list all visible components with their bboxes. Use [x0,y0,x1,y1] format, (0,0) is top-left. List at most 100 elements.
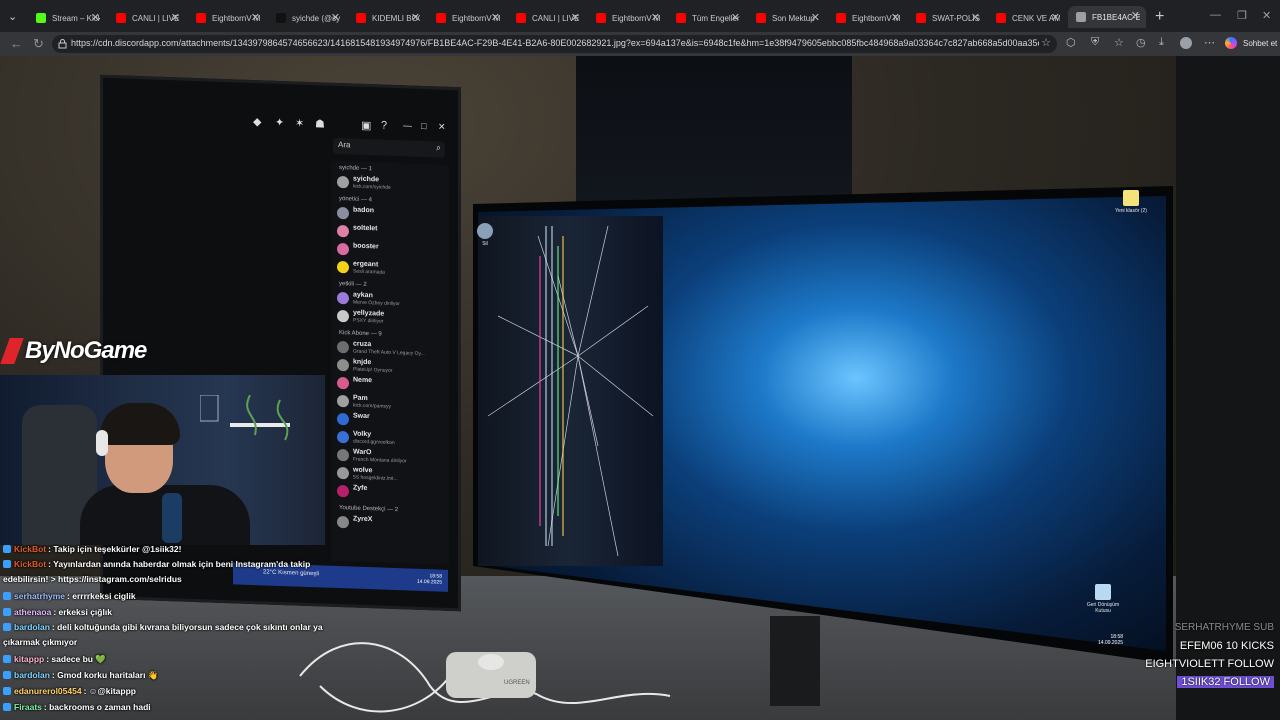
avatar [337,206,349,220]
tab-close-icon[interactable]: ✕ [251,11,260,24]
member-status: French Montana dinliyor [353,456,407,465]
chat-text: : Yayınlardan anında haberdar olmak için… [3,559,311,584]
member-name: Zyfe [353,484,368,493]
tab-close-icon[interactable]: ✕ [731,11,740,24]
youtube-icon [116,13,126,23]
tab-close-icon[interactable]: ✕ [651,11,660,24]
chat-badge-icon [3,560,11,568]
favorites-icon[interactable]: ☆ [1114,36,1124,49]
tab-close-icon[interactable]: ✕ [811,11,820,24]
back-icon[interactable]: ← [10,37,23,50]
tab-list-chevron-icon[interactable]: ⌄ [8,10,17,23]
member-status: Sesli aramada [353,268,385,276]
avatar [337,466,349,480]
right-monitor-clock: 18:58 14.09.2025 [1098,634,1123,646]
tab-close-icon[interactable]: ✕ [171,11,180,24]
youtube-icon [916,13,926,23]
browser-tab[interactable]: EightbornV Mixes✕ [828,8,906,28]
tab-close-icon[interactable]: ✕ [491,11,500,24]
member-row: Zyfe [337,484,443,504]
nitro-icon: ◆ [253,116,262,129]
new-tab-button[interactable]: + [1155,8,1164,26]
member-status: PlateUp! Oynuyor [353,366,393,374]
browser-tab[interactable]: CANLI | LIVE ✕ [508,8,586,28]
url-text[interactable]: https://cdn.discordapp.com/attachments/1… [71,38,1039,48]
favorite-star-icon[interactable]: ☆ [1041,36,1051,49]
site-info-icon[interactable] [58,39,67,49]
maximize-icon[interactable]: ❐ [1237,9,1247,22]
tab-close-icon[interactable]: ✕ [1051,11,1060,24]
shop-icon: ✶ [295,117,305,130]
tab-close-icon[interactable]: ✕ [331,11,340,24]
close-window-icon[interactable]: ✕ [1262,9,1271,22]
omnibox[interactable]: https://cdn.discordapp.com/attachments/1… [52,35,1057,53]
member-name: Volky [353,430,372,439]
member-name: syichde [353,175,380,184]
member-name: badon [353,206,374,215]
browser-tab[interactable]: EightbornV Mixes✕ [428,8,506,28]
account-shield-icon[interactable]: ⛨ [1091,36,1099,49]
profile-avatar[interactable] [1180,37,1192,49]
more-menu-icon[interactable]: ⋯ [1204,36,1215,49]
tab-close-icon[interactable]: ✕ [1131,9,1140,22]
member-row: cruza Grand Theft Auto V Legacy Oy... [337,340,443,360]
chat-message: edanurerol05454: ☺@kitappp [3,684,337,699]
tab-close-icon[interactable]: ✕ [971,11,980,24]
history-icon[interactable]: ◷ [1136,36,1146,49]
member-name: Swar [353,412,370,421]
copilot-chat-button[interactable]: Sohbet et [1225,35,1277,51]
minimize-icon[interactable]: — [1210,9,1221,21]
browser-tab[interactable]: SWAT-POLIS ✕ [908,8,986,28]
chat-badge-icon [3,592,11,600]
browser-tab[interactable]: Tüm Engelleri ✕ [668,8,746,28]
chat-username: bardolan [14,622,50,632]
chat-badge-icon [3,655,11,663]
browser-tab[interactable]: FB1BE4AC-E29B✕ [1068,6,1146,28]
event-feed-item: EIGHTVIOLETT FOLLOW [1145,658,1274,670]
member-row: ZyreX [337,515,443,535]
chat-badge-icon [3,608,11,616]
avatar [337,175,349,189]
member-row: Neme [337,376,443,396]
browser-tab[interactable]: Son Mektup ✕ [748,8,826,28]
member-name: soltelet [353,224,378,233]
browser-tab[interactable]: CENK VE AMCA✕ [988,8,1066,28]
app-icon [477,223,493,239]
avatar [337,394,349,408]
chat-username: Firaats [14,702,42,712]
member-row: soltelet [337,224,443,244]
member-row: syichde kick.com/syichde [337,175,443,195]
browser-tab[interactable]: CANLI | LIVE ✕ [108,8,186,28]
member-group-header: yönetici — 4 [339,196,373,204]
browser-tab[interactable]: KIDEMLI BOOM✕ [348,8,426,28]
browser-tab[interactable]: syichde (@syichde)✕ [268,8,346,28]
taskbar-clock: 18:58 14.09.2025 [417,573,442,585]
chat-text: : backrooms o zaman hadi [43,702,151,712]
chat-text: : sadece bu 💚 [46,654,106,664]
browser-tab[interactable]: EightbornV Mixes✕ [188,8,266,28]
extension-icon[interactable]: ⬡ [1066,36,1076,49]
chat-text: : Gmod korku haritaları 👋 [51,670,159,680]
browser-tab[interactable]: EightbornV Mixes✕ [588,8,666,28]
tab-close-icon[interactable]: ✕ [571,11,580,24]
tab-close-icon[interactable]: ✕ [411,11,420,24]
member-group-header: Kick Abone — 9 [339,330,382,338]
avatar [337,260,349,274]
chat-message: serhatrhyme: errrrkeksi ciglik [3,589,337,604]
member-group-header: syichde — 1 [339,165,373,173]
reload-icon[interactable]: ↻ [33,37,44,50]
member-row: ergeant Sesli aramada [337,260,443,280]
tab-close-icon[interactable]: ✕ [891,11,900,24]
member-status: kick.com/syichde [353,183,391,191]
chat-username: serhatrhyme [14,591,66,601]
browser-tab[interactable]: Stream – Kick ✕ [28,8,106,28]
help-icon: ? [381,119,388,132]
youtube-icon [676,13,686,23]
avatar [337,309,349,323]
member-name: Pam [353,394,368,403]
download-icon[interactable]: ⤓ [1159,36,1164,49]
tab-close-icon[interactable]: ✕ [91,11,100,24]
youtube-icon [596,13,606,23]
avatar [337,412,349,426]
chat-username: athenaoa [14,607,52,617]
